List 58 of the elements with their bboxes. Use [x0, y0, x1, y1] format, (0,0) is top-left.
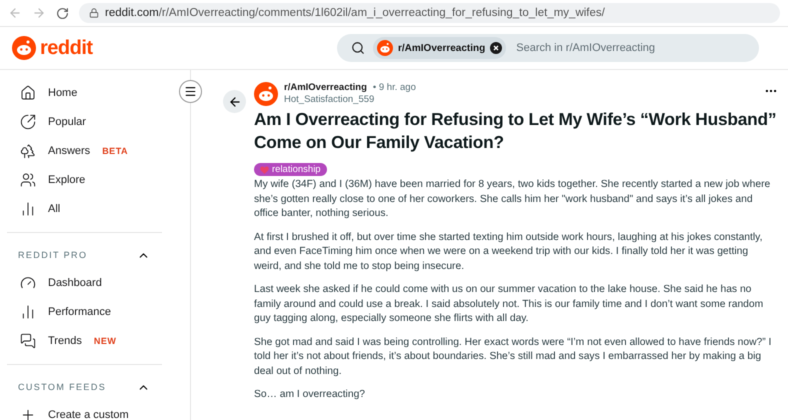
- search-icon: [351, 41, 365, 55]
- new-feature-label: NEW: [94, 336, 116, 346]
- sidebar-item[interactable]: Create a custom: [0, 400, 190, 420]
- sidebar-item-label: Answers: [48, 144, 90, 156]
- section-title: CUSTOM FEEDS: [18, 382, 106, 392]
- author-name[interactable]: Hot_Satisfaction_559: [284, 94, 416, 106]
- post-paragraph: My wife (34F) and I (36M) have been married for 8 years, two kids together. She recently started a new job where she’s gotten really close to one of her coworkers. She calls him her "work husband" and says it’s all jokes and office banter, nothing serious.: [254, 178, 772, 221]
- sidebar-item[interactable]: Popular: [0, 107, 190, 136]
- section-header[interactable]: REDDIT PRO: [0, 242, 190, 268]
- subreddit-chip[interactable]: r/AmIOverreacting: [373, 37, 506, 59]
- subreddit-name[interactable]: r/AmIOverreacting: [284, 82, 367, 94]
- post-title: Am I Overreacting for Refusing to Let My Wife’s “Work Husband” Come on Our Family Vacation?: [254, 108, 778, 154]
- post-age: • 9 hr. ago: [372, 82, 416, 94]
- sidebar-item-label: Popular: [48, 116, 86, 128]
- url-text: reddit.com/r/AmIOverreacting/comments/1l602il/am_i_overreacting_for_refusing_to_let_my_wifes/: [105, 7, 605, 19]
- back-button[interactable]: [223, 90, 246, 113]
- menu-button[interactable]: [179, 80, 202, 103]
- chat-icon: [20, 332, 36, 348]
- home-icon: [20, 84, 36, 100]
- close-icon[interactable]: [490, 42, 502, 54]
- sidebar-item[interactable]: Trends NEW: [0, 326, 190, 355]
- snoo-logo-icon: [377, 40, 393, 56]
- lock-icon: [89, 8, 99, 18]
- sidebar-item-label: Dashboard: [48, 276, 102, 288]
- reload-icon[interactable]: [56, 6, 69, 20]
- menu-icon: [184, 85, 197, 98]
- sidebar-item[interactable]: Performance: [0, 297, 190, 326]
- bar-chart-icon: [20, 200, 36, 216]
- post-paragraph: So… am I overreacting?: [254, 388, 366, 402]
- sidebar-item-label: Trends: [48, 334, 82, 346]
- sidebar-item[interactable]: All: [0, 194, 190, 223]
- trees-icon: [20, 142, 36, 158]
- sidebar-item[interactable]: Answers BETA: [0, 136, 190, 165]
- search-field[interactable]: r/AmIOverreacting Search in r/AmIOverreacting: [337, 34, 759, 62]
- sidebar-item-label: Explore: [48, 174, 86, 186]
- section-title: REDDIT PRO: [18, 250, 88, 260]
- post-paragraph: Last week she asked if he could come with us on our summer vacation to the lake house. She said he has no family around and could use a break. I said absolutely not. This is our family time and I don’t want some random guy tagging along, especially someone she flirts with all day.: [254, 283, 764, 326]
- sidebar-item[interactable]: Explore: [0, 165, 190, 194]
- sidebar-item-label: All: [48, 202, 60, 214]
- sidebar-item-label: Performance: [48, 306, 111, 318]
- post-paragraph: At first I brushed it off, but over time she started texting him outside work hours, laughing at his jokes constantly, and even FaceTiming him once when we were on a weekend trip with our kids. I finally told her it was getting weird, and she told me to stop being insecure.: [254, 230, 764, 274]
- sidebar-item-label: Home: [48, 86, 78, 98]
- section-header[interactable]: CUSTOM FEEDS: [0, 374, 190, 400]
- gauge-icon: [20, 274, 36, 290]
- flair-tag[interactable]: relationship: [254, 163, 327, 176]
- sidebar-item-label: Create a custom: [48, 408, 129, 420]
- snoo-logo-icon: [254, 82, 278, 106]
- sidebar-item[interactable]: Home: [0, 78, 190, 107]
- bar-chart-icon: [20, 304, 36, 320]
- back-arrow-icon: [228, 94, 242, 108]
- snoo-logo-icon: [12, 36, 36, 60]
- sidebar-item[interactable]: Dashboard: [0, 268, 190, 297]
- address-bar[interactable]: reddit.com/r/AmIOverreacting/comments/1l602il/am_i_overreacting_for_refusing_to_let_my_wifes/: [79, 3, 780, 23]
- heart-icon: [260, 166, 269, 174]
- people-icon: [20, 172, 36, 188]
- post-paragraph: She got mad and said I was being controlling. Her exact words were “I’m not even allowed to have friends now?” I told her it’s not about friends, it’s about boundaries. She’s still mad and says I embarrassed her by making a big deal out of nothing.: [254, 336, 772, 378]
- new-feature-label: BETA: [102, 146, 128, 156]
- arrow-circle-icon: [20, 114, 36, 130]
